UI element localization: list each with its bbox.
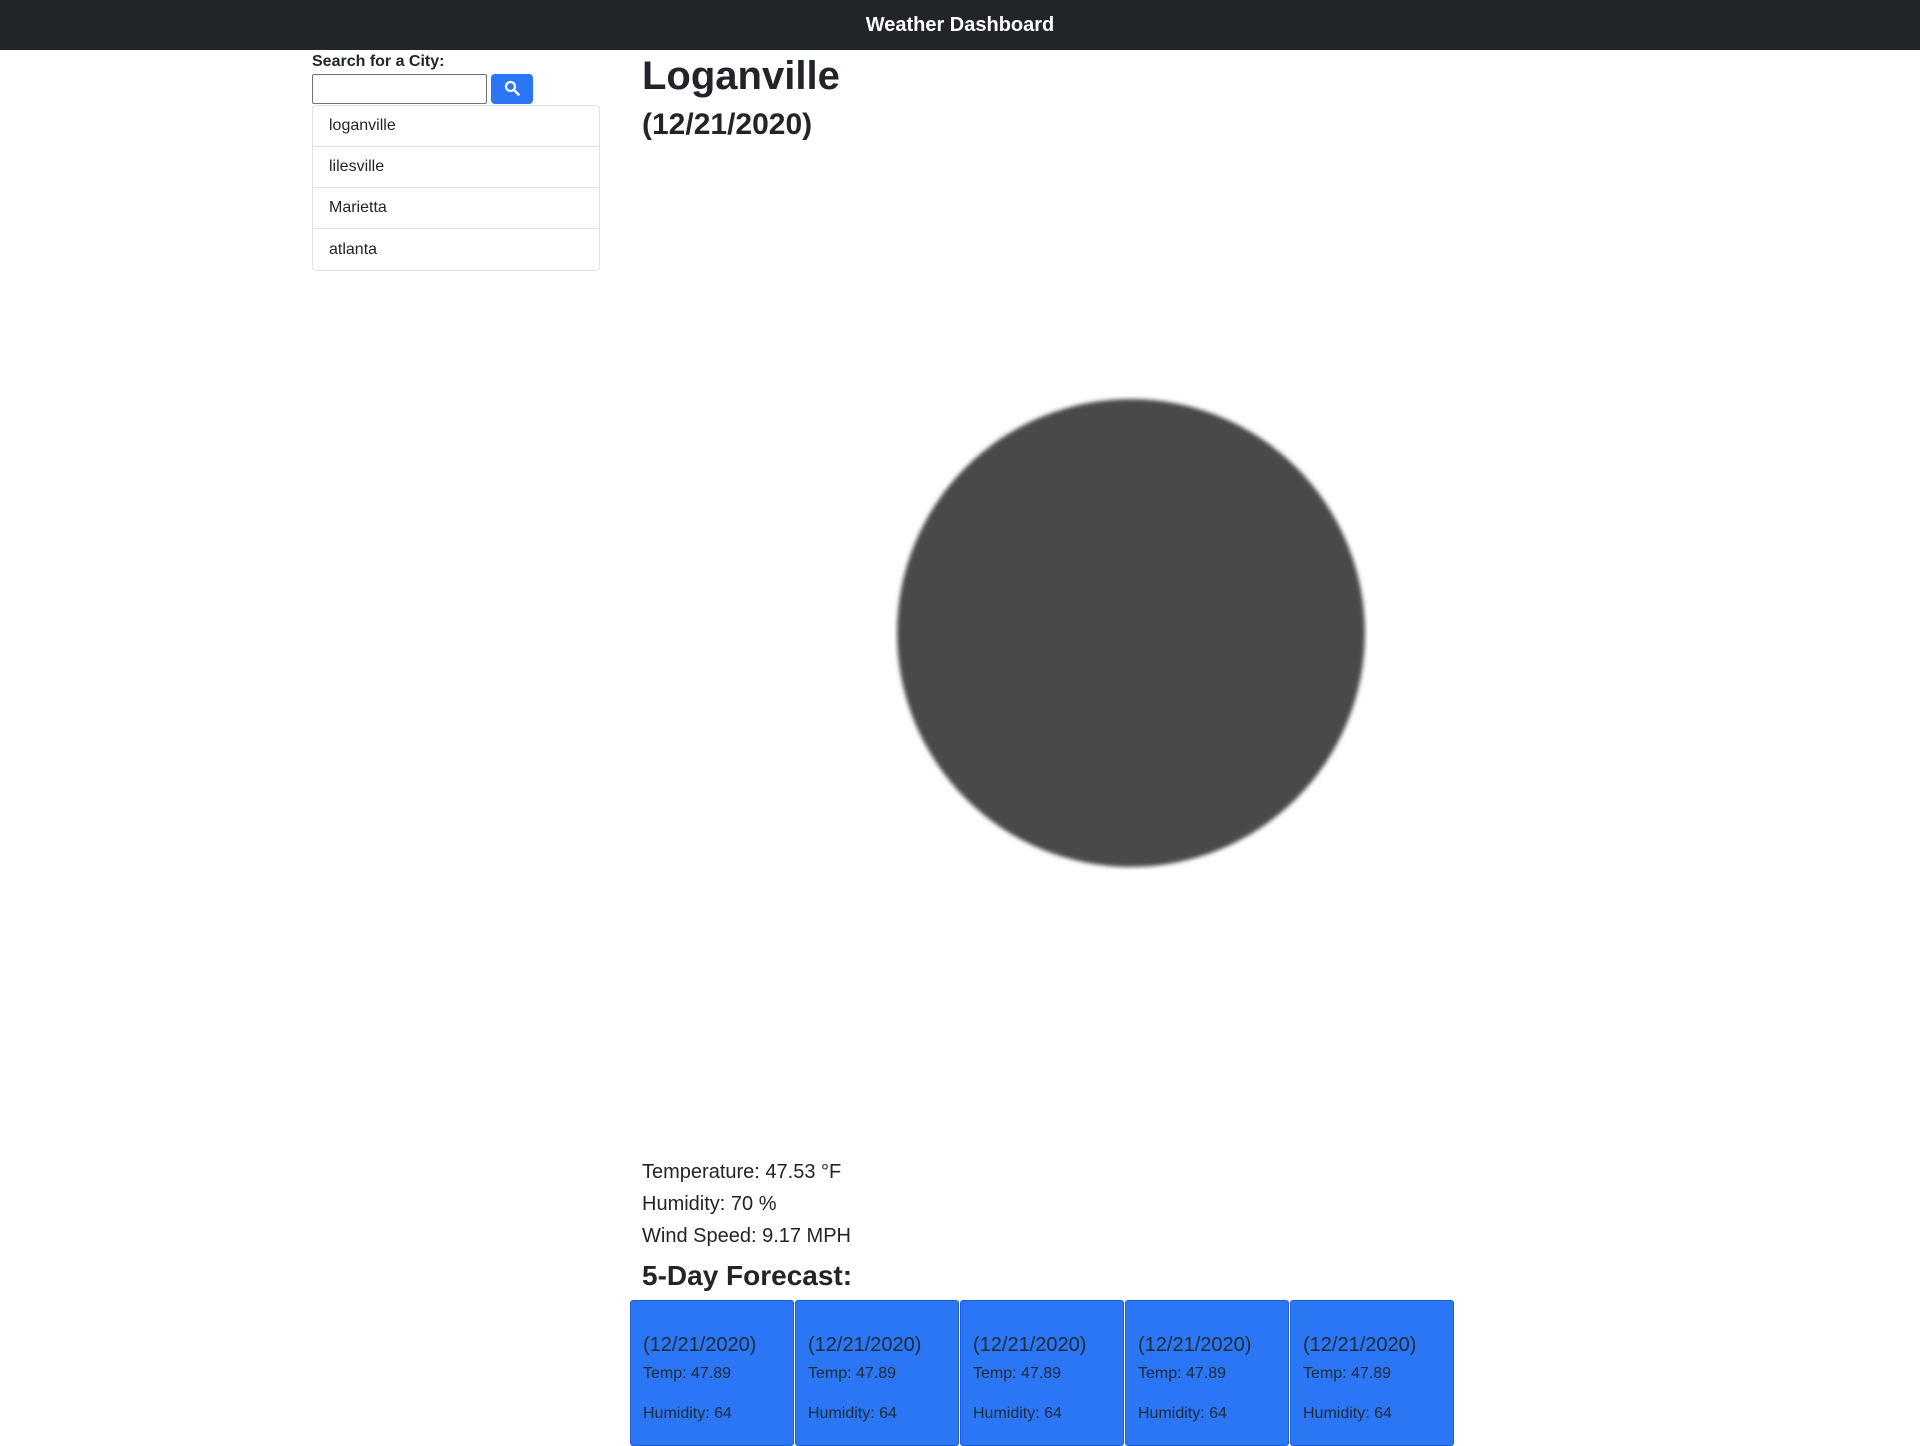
history-item-atlanta[interactable]: atlanta [313,229,599,270]
weather-icon-circle [897,399,1365,867]
forecast-humidity: Humidity: 64 [1138,1405,1227,1422]
forecast-temp: Temp: 47.89 [973,1365,1062,1382]
forecast-card: (12/21/2020) Temp: 47.89 Humidity: 64 [795,1300,959,1446]
current-date: (12/21/2020) [642,108,813,141]
forecast-date: (12/21/2020) [973,1334,1087,1356]
search-history-list: loganville lilesville Marietta atlanta [312,105,600,271]
app-title: Weather Dashboard [865,13,1055,36]
forecast-card: (12/21/2020) Temp: 47.89 Humidity: 64 [960,1300,1124,1446]
forecast-humidity: Humidity: 64 [808,1405,897,1422]
temperature-text: Temperature: 47.53 °F [642,1161,842,1183]
history-item-marietta[interactable]: Marietta [313,188,599,229]
forecast-humidity: Humidity: 64 [973,1405,1062,1422]
current-stats: Temperature: 47.53 °F Humidity: 70 % Win… [642,1156,851,1252]
city-search-input[interactable] [312,74,487,104]
forecast-card: (12/21/2020) Temp: 47.89 Humidity: 64 [1290,1300,1454,1446]
navbar: Weather Dashboard [0,0,1920,50]
humidity-text: Humidity: 70 % [642,1193,777,1215]
forecast-date: (12/21/2020) [1138,1334,1252,1356]
search-row [312,74,600,104]
search-icon [504,80,520,99]
forecast-date: (12/21/2020) [1303,1334,1417,1356]
forecast-card: (12/21/2020) Temp: 47.89 Humidity: 64 [630,1300,794,1446]
history-item-loganville[interactable]: loganville [313,106,599,147]
forecast-date: (12/21/2020) [808,1334,922,1356]
history-item-lilesville[interactable]: lilesville [313,147,599,188]
forecast-heading: 5-Day Forecast: [642,1260,853,1291]
wind-speed-text: Wind Speed: 9.17 MPH [642,1225,851,1247]
forecast-temp: Temp: 47.89 [808,1365,897,1382]
forecast-humidity: Humidity: 64 [643,1405,732,1422]
forecast-cards: (12/21/2020) Temp: 47.89 Humidity: 64 (1… [630,1300,1455,1446]
weather-condition-icon [894,396,1368,870]
forecast-temp: Temp: 47.89 [1138,1365,1227,1382]
forecast-temp: Temp: 47.89 [1303,1365,1392,1382]
search-button[interactable] [491,74,533,104]
sidebar: Search for a City: loganville lilesville… [312,52,600,271]
forecast-temp: Temp: 47.89 [643,1365,732,1382]
search-label: Search for a City: [312,53,445,70]
city-name: Loganville [642,54,840,98]
forecast-card: (12/21/2020) Temp: 47.89 Humidity: 64 [1125,1300,1289,1446]
forecast-humidity: Humidity: 64 [1303,1405,1392,1422]
forecast-date: (12/21/2020) [643,1334,757,1356]
